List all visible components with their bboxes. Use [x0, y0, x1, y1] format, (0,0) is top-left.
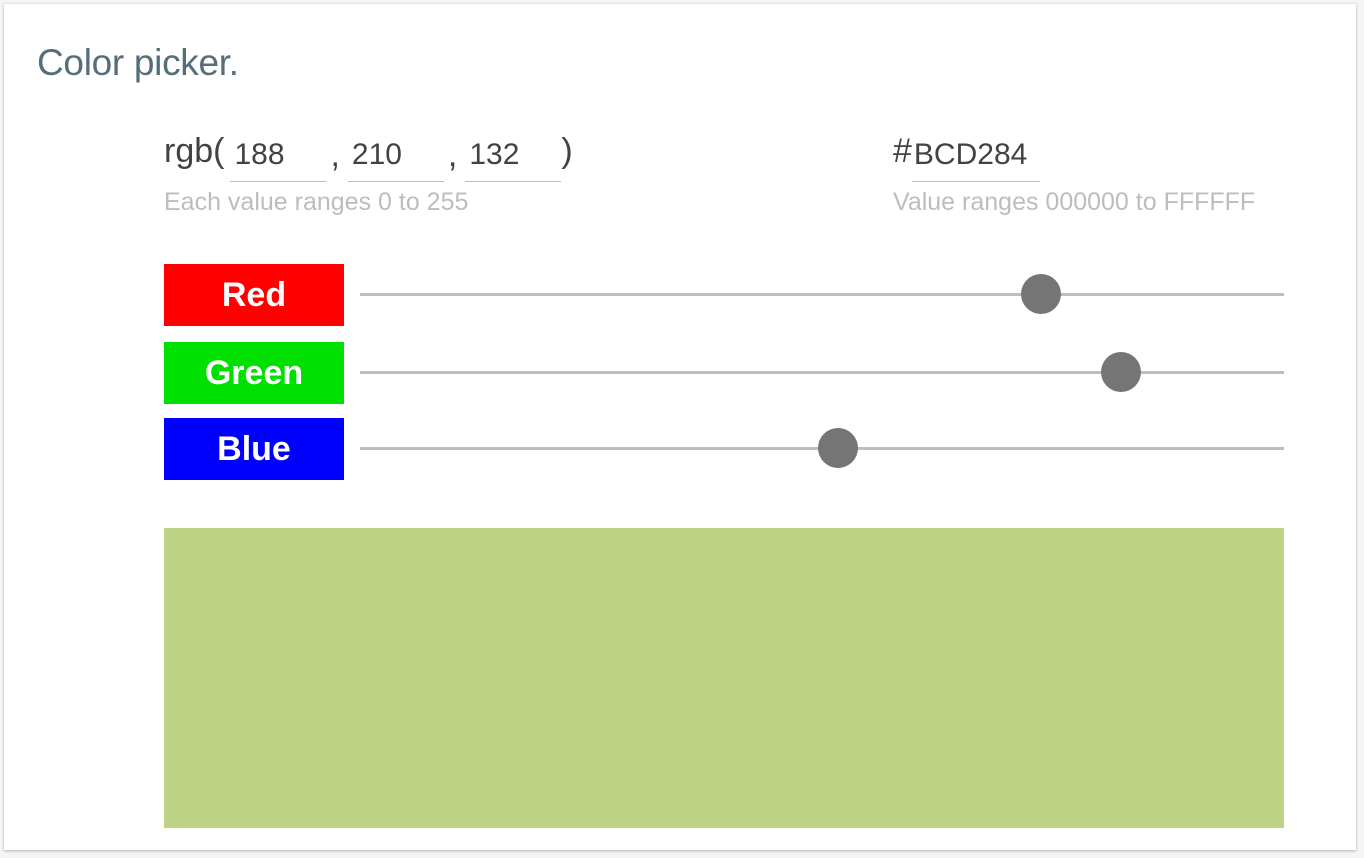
red-slider-thumb[interactable] [1021, 274, 1062, 314]
red-value-input[interactable] [230, 128, 327, 182]
color-picker-card: Color picker. rgb( , , ) Each value rang… [4, 4, 1356, 850]
green-value-input[interactable] [347, 128, 444, 182]
blue-slider-row: Blue [164, 418, 1284, 480]
blue-value-input[interactable] [465, 128, 562, 182]
green-slider-track[interactable] [360, 352, 1284, 392]
rgb-prefix-label: rgb( [164, 132, 225, 170]
rgb-separator: , [447, 136, 458, 174]
rgb-hint: Each value ranges 0 to 255 [164, 188, 469, 216]
blue-label: Blue [164, 418, 344, 480]
rgb-input-group: rgb( , , ) [164, 128, 573, 184]
hex-prefix-label: # [893, 132, 912, 170]
page-title: Color picker. [37, 42, 239, 83]
red-slider-track[interactable] [360, 274, 1284, 314]
rgb-separator: , [330, 136, 340, 174]
blue-slider-track[interactable] [360, 428, 1284, 468]
green-label: Green [164, 342, 344, 404]
red-label: Red [164, 264, 344, 326]
hex-value-input[interactable] [911, 128, 1040, 182]
color-preview-swatch [164, 528, 1284, 828]
hex-input-group: # [893, 128, 1040, 184]
green-slider-thumb[interactable] [1100, 352, 1141, 392]
blue-slider-thumb[interactable] [818, 428, 859, 468]
green-slider-row: Green [164, 342, 1284, 404]
red-slider-row: Red [164, 264, 1284, 326]
rgb-suffix-label: ) [561, 132, 573, 170]
hex-hint: Value ranges 000000 to FFFFFF [893, 188, 1256, 216]
